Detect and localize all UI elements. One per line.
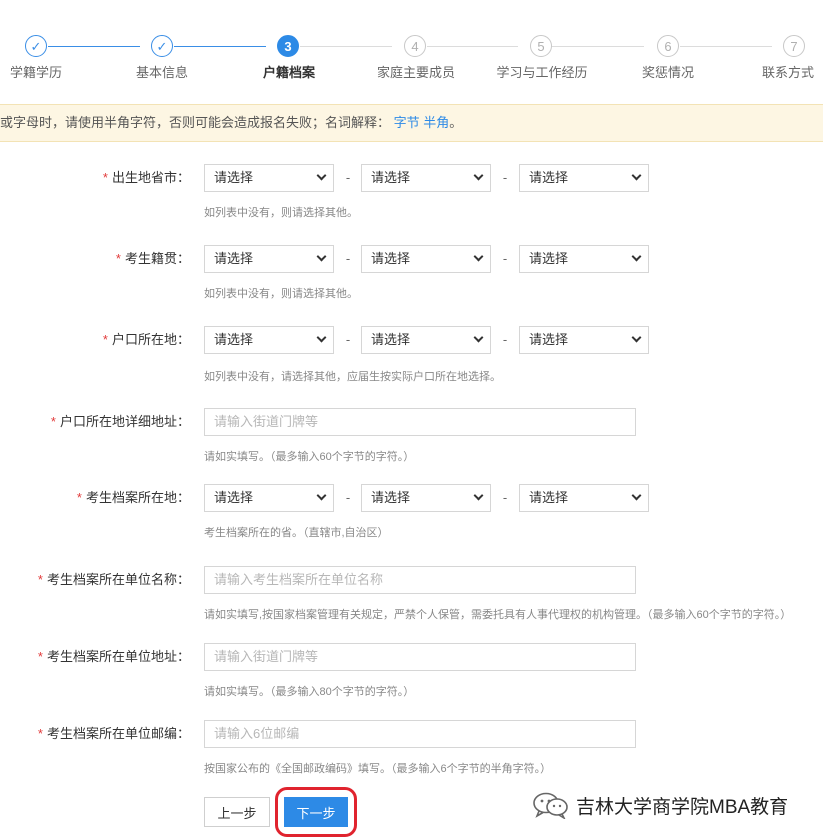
- chevron-down-icon: [631, 490, 642, 501]
- separator-dash: -: [502, 332, 508, 347]
- native-place-district-select[interactable]: 请选择: [519, 245, 649, 273]
- required-mark: *: [115, 251, 121, 266]
- step-5-indicator: 5: [530, 35, 552, 57]
- step-2-label[interactable]: 基本信息: [136, 62, 188, 81]
- native-place-province-select[interactable]: 请选择: [204, 245, 334, 273]
- separator-dash: -: [345, 332, 351, 347]
- step-connector: [680, 46, 772, 47]
- separator-dash: -: [345, 490, 351, 505]
- separator-dash: -: [502, 251, 508, 266]
- hukou-place-hint: 如列表中没有，请选择其他，应届生按实际户口所在地选择。: [204, 371, 501, 383]
- required-mark: *: [37, 572, 43, 587]
- step-connector: [552, 46, 644, 47]
- notice-link-byte[interactable]: 字节: [394, 115, 420, 130]
- hukou-address-hint: 请如实填写。（最多输入60个字节的字符。）: [204, 451, 415, 463]
- step-connector: [174, 46, 266, 47]
- chevron-down-icon: [631, 170, 642, 181]
- chevron-down-icon: [473, 332, 484, 343]
- watermark-text: 吉林大学商学院MBA教育: [576, 796, 789, 818]
- birth-place-hint: 如列表中没有，则请选择其他。: [204, 207, 358, 219]
- progress-stepper: ✓ ✓ 3 4 5 6 7 学籍学历 基本信息 户籍档案 家庭主要成员 学习与工…: [0, 0, 823, 100]
- required-mark: *: [102, 332, 108, 347]
- watermark: 吉林大学商学院MBA教育: [532, 790, 789, 821]
- required-mark: *: [37, 726, 43, 741]
- archive-city-select[interactable]: 请选择: [361, 484, 491, 512]
- prev-step-button[interactable]: 上一步: [204, 797, 270, 827]
- chevron-down-icon: [473, 251, 484, 262]
- required-mark: *: [102, 170, 108, 185]
- chevron-down-icon: [316, 332, 327, 343]
- chevron-down-icon: [631, 332, 642, 343]
- notice-text: 或字母时，请使用半角字符，否则可能会造成报名失败；名词解释：: [0, 115, 391, 130]
- archive-place-hint: 考生档案所在的省。（直辖市,自治区）: [204, 527, 389, 539]
- separator-dash: -: [502, 490, 508, 505]
- hukou-address-input[interactable]: 请输入街道门牌等: [204, 408, 636, 436]
- archive-unit-zip-label: * 考生档案所在单位邮编：: [37, 726, 190, 741]
- separator-dash: -: [345, 170, 351, 185]
- chevron-down-icon: [316, 251, 327, 262]
- notice-banner: 或字母时，请使用半角字符，否则可能会造成报名失败；名词解释： 字节 半角。: [0, 104, 823, 142]
- chevron-down-icon: [631, 251, 642, 262]
- native-place-city-select[interactable]: 请选择: [361, 245, 491, 273]
- archive-district-select[interactable]: 请选择: [519, 484, 649, 512]
- hukou-province-select[interactable]: 请选择: [204, 326, 334, 354]
- archive-unit-zip-input[interactable]: 请输入6位邮编: [204, 720, 636, 748]
- step-1-check-icon: ✓: [25, 35, 47, 57]
- archive-unit-address-input[interactable]: 请输入街道门牌等: [204, 643, 636, 671]
- archive-unit-zip-hint: 按国家公布的《全国邮政编码》填写。（最多输入6个字节的半角字符。）: [204, 763, 552, 775]
- required-mark: *: [50, 414, 56, 429]
- step-connector: [300, 46, 392, 47]
- notice-end: 。: [449, 115, 463, 130]
- step-7-indicator: 7: [783, 35, 805, 57]
- separator-dash: -: [345, 251, 351, 266]
- required-mark: *: [76, 490, 82, 505]
- required-mark: *: [37, 649, 43, 664]
- step-6-label: 奖惩情况: [641, 65, 695, 80]
- native-place-hint: 如列表中没有，则请选择其他。: [204, 288, 358, 300]
- archive-unit-name-hint: 请如实填写,按国家档案管理有关规定，严禁个人保管，需委托具有人事代理权的机构管理…: [204, 609, 792, 621]
- native-place-label: * 考生籍贯：: [115, 251, 190, 266]
- birth-place-province-select[interactable]: 请选择: [204, 164, 334, 192]
- archive-unit-address-label: * 考生档案所在单位地址：: [37, 649, 190, 664]
- chevron-down-icon: [473, 490, 484, 501]
- archive-unit-address-hint: 请如实填写。（最多输入80个字节的字符。）: [204, 686, 415, 698]
- next-step-button[interactable]: 下一步: [284, 797, 348, 827]
- notice-link-halfwidth[interactable]: 半角: [423, 115, 449, 130]
- wechat-icon: [532, 791, 570, 821]
- chevron-down-icon: [316, 170, 327, 181]
- step-1-label[interactable]: 学籍学历: [10, 62, 62, 81]
- hukou-place-label: * 户口所在地：: [102, 332, 190, 347]
- archive-province-select[interactable]: 请选择: [204, 484, 334, 512]
- step-3-indicator: 3: [277, 35, 299, 57]
- birth-place-city-select[interactable]: 请选择: [361, 164, 491, 192]
- step-connector: [48, 46, 140, 47]
- chevron-down-icon: [316, 490, 327, 501]
- archive-unit-name-input[interactable]: 请输入考生档案所在单位名称: [204, 566, 636, 594]
- chevron-down-icon: [473, 170, 484, 181]
- archive-unit-name-label: * 考生档案所在单位名称：: [37, 572, 190, 587]
- step-4-label: 家庭主要成员: [376, 65, 456, 80]
- step-connector: [427, 46, 518, 47]
- archive-place-label: * 考生档案所在地：: [76, 490, 190, 505]
- step-3-label: 户籍档案: [262, 65, 316, 80]
- step-7-label: 联系方式: [761, 65, 815, 80]
- hukou-city-select[interactable]: 请选择: [361, 326, 491, 354]
- step-6-indicator: 6: [657, 35, 679, 57]
- hukou-address-label: * 户口所在地详细地址：: [50, 414, 190, 429]
- birth-place-district-select[interactable]: 请选择: [519, 164, 649, 192]
- step-2-check-icon: ✓: [151, 35, 173, 57]
- step-4-indicator: 4: [404, 35, 426, 57]
- step-5-label: 学习与工作经历: [496, 65, 588, 80]
- birth-place-label: * 出生地省市：: [102, 170, 190, 185]
- hukou-district-select[interactable]: 请选择: [519, 326, 649, 354]
- separator-dash: -: [502, 170, 508, 185]
